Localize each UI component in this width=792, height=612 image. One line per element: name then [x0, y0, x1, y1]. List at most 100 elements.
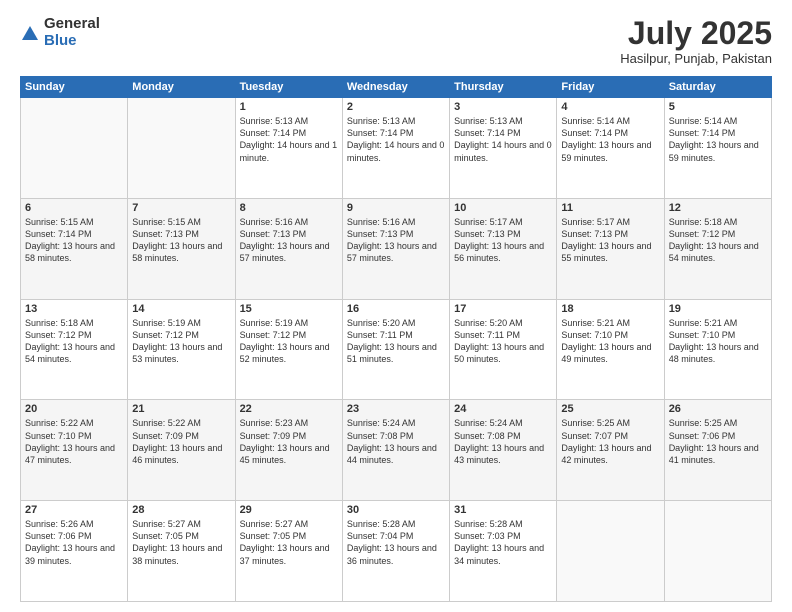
calendar-cell: 25 Sunrise: 5:25 AMSunset: 7:07 PMDayligh… — [557, 400, 664, 501]
calendar-cell: 15 Sunrise: 5:19 AMSunset: 7:12 PMDayligh… — [235, 299, 342, 400]
weekday-header-thursday: Thursday — [450, 77, 557, 98]
cell-info: Sunrise: 5:18 AMSunset: 7:12 PMDaylight:… — [669, 216, 767, 265]
calendar-cell: 3 Sunrise: 5:13 AMSunset: 7:14 PMDaylight… — [450, 98, 557, 199]
weekday-header-friday: Friday — [557, 77, 664, 98]
calendar-cell: 27Sunrise: 5:26 AMSunset: 7:06 PMDayligh… — [21, 501, 128, 602]
week-row-2: 6Sunrise: 5:15 AMSunset: 7:14 PMDaylight… — [21, 198, 772, 299]
calendar-cell: 9 Sunrise: 5:16 AMSunset: 7:13 PMDaylight… — [342, 198, 449, 299]
calendar-cell — [664, 501, 771, 602]
week-row-3: 13 Sunrise: 5:18 AMSunset: 7:12 PMDayligh… — [21, 299, 772, 400]
logo-icon — [20, 24, 40, 44]
calendar-cell: 20 Sunrise: 5:22 AMSunset: 7:10 PMDayligh… — [21, 400, 128, 501]
day-number: 10 — [454, 202, 552, 214]
cell-info: Sunrise: 5:13 AMSunset: 7:14 PMDaylight:… — [347, 115, 445, 164]
calendar-cell: 26Sunrise: 5:25 AMSunset: 7:06 PMDayligh… — [664, 400, 771, 501]
logo-blue: Blue — [44, 33, 100, 50]
calendar-cell: 21 Sunrise: 5:22 AMSunset: 7:09 PMDayligh… — [128, 400, 235, 501]
calendar-cell: 4Sunrise: 5:14 AMSunset: 7:14 PMDaylight… — [557, 98, 664, 199]
cell-info: Sunrise: 5:25 AMSunset: 7:07 PMDaylight:… — [561, 417, 659, 466]
cell-info: Sunrise: 5:17 AMSunset: 7:13 PMDaylight:… — [454, 216, 552, 265]
cell-info: Sunrise: 5:25 AMSunset: 7:06 PMDaylight:… — [669, 417, 767, 466]
day-number: 28 — [132, 504, 230, 516]
day-number: 6 — [25, 202, 123, 214]
calendar-cell: 10 Sunrise: 5:17 AMSunset: 7:13 PMDayligh… — [450, 198, 557, 299]
location: Hasilpur, Punjab, Pakistan — [620, 51, 772, 66]
calendar-cell: 23 Sunrise: 5:24 AMSunset: 7:08 PMDayligh… — [342, 400, 449, 501]
month-year: July 2025 — [620, 16, 772, 51]
day-number: 25 — [561, 403, 659, 415]
logo: General Blue — [20, 16, 100, 49]
cell-info: Sunrise: 5:13 AMSunset: 7:14 PMDaylight:… — [240, 115, 338, 164]
calendar-cell — [128, 98, 235, 199]
calendar-cell: 2 Sunrise: 5:13 AMSunset: 7:14 PMDaylight… — [342, 98, 449, 199]
cell-info: Sunrise: 5:24 AMSunset: 7:08 PMDaylight:… — [454, 417, 552, 466]
cell-info: Sunrise: 5:20 AMSunset: 7:11 PMDaylight:… — [454, 317, 552, 366]
week-row-1: 1 Sunrise: 5:13 AMSunset: 7:14 PMDaylight… — [21, 98, 772, 199]
cell-info: Sunrise: 5:14 AMSunset: 7:14 PMDaylight:… — [561, 115, 659, 164]
day-number: 1 — [240, 101, 338, 113]
day-number: 7 — [132, 202, 230, 214]
weekday-header-wednesday: Wednesday — [342, 77, 449, 98]
cell-info: Sunrise: 5:15 AMSunset: 7:13 PMDaylight:… — [132, 216, 230, 265]
day-number: 24 — [454, 403, 552, 415]
calendar-cell: 5 Sunrise: 5:14 AMSunset: 7:14 PMDaylight… — [664, 98, 771, 199]
header: General Blue July 2025 Hasilpur, Punjab,… — [20, 16, 772, 66]
day-number: 3 — [454, 101, 552, 113]
calendar-cell: 13 Sunrise: 5:18 AMSunset: 7:12 PMDayligh… — [21, 299, 128, 400]
calendar-cell: 16Sunrise: 5:20 AMSunset: 7:11 PMDayligh… — [342, 299, 449, 400]
day-number: 20 — [25, 403, 123, 415]
day-number: 22 — [240, 403, 338, 415]
day-number: 23 — [347, 403, 445, 415]
day-number: 12 — [669, 202, 767, 214]
day-number: 11 — [561, 202, 659, 214]
day-number: 27 — [25, 504, 123, 516]
calendar-cell: 1 Sunrise: 5:13 AMSunset: 7:14 PMDaylight… — [235, 98, 342, 199]
cell-info: Sunrise: 5:22 AMSunset: 7:10 PMDaylight:… — [25, 417, 123, 466]
week-row-4: 20 Sunrise: 5:22 AMSunset: 7:10 PMDayligh… — [21, 400, 772, 501]
cell-info: Sunrise: 5:24 AMSunset: 7:08 PMDaylight:… — [347, 417, 445, 466]
calendar-cell: 22 Sunrise: 5:23 AMSunset: 7:09 PMDayligh… — [235, 400, 342, 501]
cell-info: Sunrise: 5:21 AMSunset: 7:10 PMDaylight:… — [561, 317, 659, 366]
cell-info: Sunrise: 5:19 AMSunset: 7:12 PMDaylight:… — [132, 317, 230, 366]
day-number: 5 — [669, 101, 767, 113]
calendar-cell — [21, 98, 128, 199]
cell-info: Sunrise: 5:21 AMSunset: 7:10 PMDaylight:… — [669, 317, 767, 366]
calendar-cell: 28Sunrise: 5:27 AMSunset: 7:05 PMDayligh… — [128, 501, 235, 602]
logo-text: General Blue — [44, 16, 100, 49]
day-number: 2 — [347, 101, 445, 113]
weekday-header-saturday: Saturday — [664, 77, 771, 98]
cell-info: Sunrise: 5:27 AMSunset: 7:05 PMDaylight:… — [240, 518, 338, 567]
calendar-cell: 17 Sunrise: 5:20 AMSunset: 7:11 PMDayligh… — [450, 299, 557, 400]
calendar-cell: 29 Sunrise: 5:27 AMSunset: 7:05 PMDayligh… — [235, 501, 342, 602]
cell-info: Sunrise: 5:18 AMSunset: 7:12 PMDaylight:… — [25, 317, 123, 366]
cell-info: Sunrise: 5:16 AMSunset: 7:13 PMDaylight:… — [347, 216, 445, 265]
weekday-header-monday: Monday — [128, 77, 235, 98]
day-number: 13 — [25, 303, 123, 315]
weekday-header-row: SundayMondayTuesdayWednesdayThursdayFrid… — [21, 77, 772, 98]
cell-info: Sunrise: 5:23 AMSunset: 7:09 PMDaylight:… — [240, 417, 338, 466]
day-number: 29 — [240, 504, 338, 516]
weekday-header-tuesday: Tuesday — [235, 77, 342, 98]
day-number: 17 — [454, 303, 552, 315]
day-number: 31 — [454, 504, 552, 516]
calendar-cell: 18 Sunrise: 5:21 AMSunset: 7:10 PMDayligh… — [557, 299, 664, 400]
day-number: 9 — [347, 202, 445, 214]
day-number: 14 — [132, 303, 230, 315]
day-number: 15 — [240, 303, 338, 315]
cell-info: Sunrise: 5:19 AMSunset: 7:12 PMDaylight:… — [240, 317, 338, 366]
cell-info: Sunrise: 5:13 AMSunset: 7:14 PMDaylight:… — [454, 115, 552, 164]
week-row-5: 27Sunrise: 5:26 AMSunset: 7:06 PMDayligh… — [21, 501, 772, 602]
cell-info: Sunrise: 5:20 AMSunset: 7:11 PMDaylight:… — [347, 317, 445, 366]
cell-info: Sunrise: 5:22 AMSunset: 7:09 PMDaylight:… — [132, 417, 230, 466]
weekday-header-sunday: Sunday — [21, 77, 128, 98]
logo-general: General — [44, 16, 100, 33]
calendar-cell: 30Sunrise: 5:28 AMSunset: 7:04 PMDayligh… — [342, 501, 449, 602]
calendar-cell — [557, 501, 664, 602]
day-number: 18 — [561, 303, 659, 315]
cell-info: Sunrise: 5:28 AMSunset: 7:04 PMDaylight:… — [347, 518, 445, 567]
cell-info: Sunrise: 5:16 AMSunset: 7:13 PMDaylight:… — [240, 216, 338, 265]
cell-info: Sunrise: 5:17 AMSunset: 7:13 PMDaylight:… — [561, 216, 659, 265]
cell-info: Sunrise: 5:14 AMSunset: 7:14 PMDaylight:… — [669, 115, 767, 164]
calendar-cell: 24 Sunrise: 5:24 AMSunset: 7:08 PMDayligh… — [450, 400, 557, 501]
day-number: 21 — [132, 403, 230, 415]
